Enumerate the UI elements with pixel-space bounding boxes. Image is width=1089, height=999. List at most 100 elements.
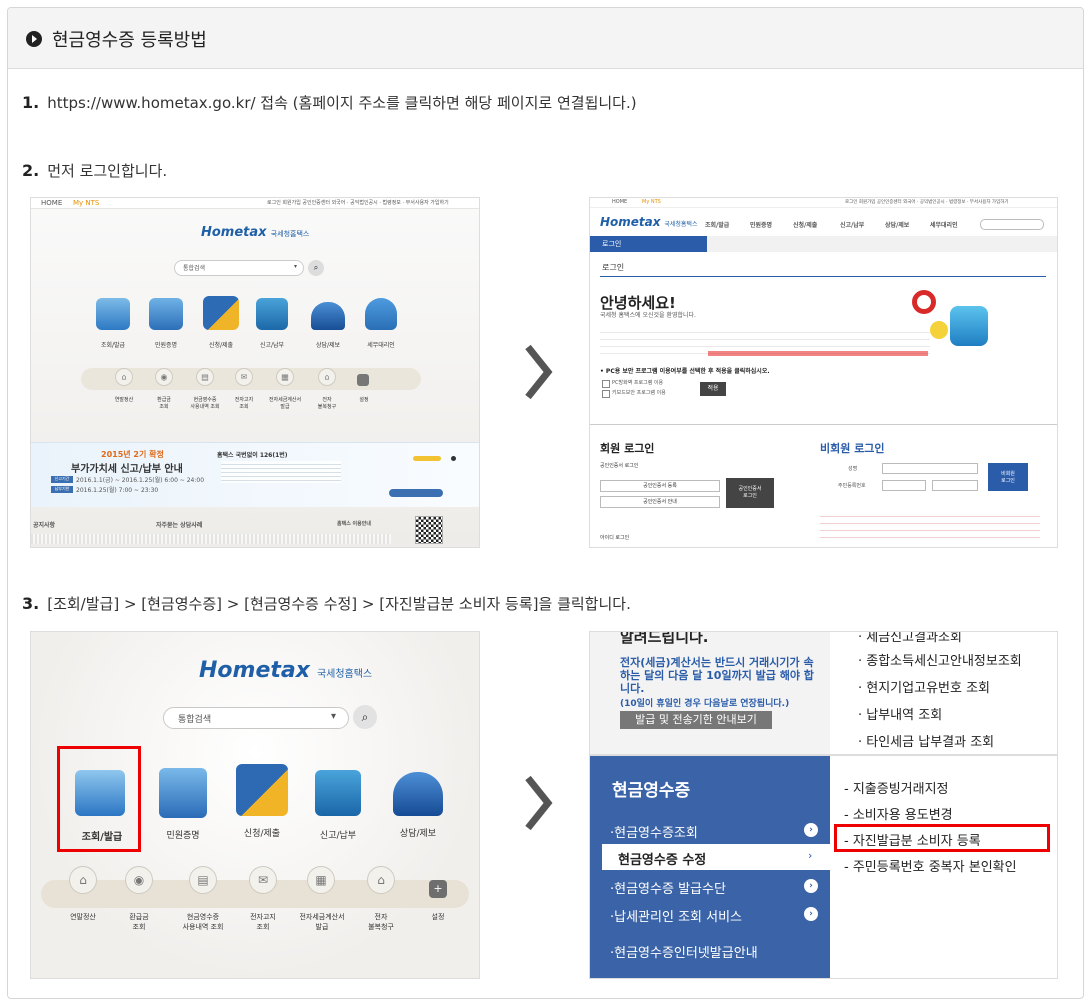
vat-banner[interactable]: 2015년 2기 확정 부가가치세 신고/납부 안내 신고기간 2016.1.1… (31, 442, 479, 507)
list-item[interactable]: · 세금신고결과조회 (858, 632, 962, 645)
period-tag: 신고기간 (51, 476, 73, 483)
banner-dot[interactable] (451, 456, 456, 461)
cert-guide-button[interactable]: 공인인증서 안내 (600, 496, 720, 508)
arrow-right-icon[interactable]: › (804, 879, 818, 893)
step-number: 2. (22, 161, 40, 180)
settings-icon[interactable]: + (429, 880, 447, 898)
menu-label: 민원증명 (154, 342, 178, 349)
banner-more-button[interactable] (389, 489, 443, 497)
faq-heading[interactable]: 자주묻는 상담사례 (156, 520, 202, 529)
menu-item-edit-active[interactable]: 현금영수증 수정 › (602, 844, 830, 870)
sub-label: 연말정산 (114, 397, 134, 403)
chevron-right-icon: › (808, 849, 813, 862)
banner-indicator[interactable] (413, 456, 441, 461)
panel-title: 현금영수증 등록방법 (52, 30, 207, 51)
list-item[interactable]: · 종합소득세신고안내정보조회 (858, 650, 1022, 669)
top-right-links[interactable]: 로그인 회원가입 공인인증센터 외국어 · 공익법인공시 · 법령정보 · 부서… (267, 199, 449, 206)
my-nts-link[interactable]: My NTS (642, 199, 661, 205)
certificate-icon[interactable] (159, 768, 207, 818)
banner-detail-lines (221, 461, 341, 483)
chevron-right-icon (525, 344, 553, 400)
refund-icon[interactable]: ◉ (125, 866, 153, 894)
submenu-item[interactable]: - 주민등록번호 중복자 본인확인 (844, 856, 1017, 875)
home-link[interactable]: HOME (41, 199, 62, 207)
apply-submit-icon[interactable] (236, 764, 288, 816)
year-end-icon[interactable]: ⌂ (115, 368, 133, 386)
nav-certificate[interactable]: 민원증명 (750, 220, 772, 229)
sub-label: 설정 (431, 913, 445, 921)
search-input[interactable]: 통합검색 ▾ (163, 707, 349, 729)
submenu-item[interactable]: - 지출증빙거래지정 (844, 778, 949, 797)
cert-login-label: 공인인증서 로그인 (600, 463, 639, 469)
notice-heading: 알려드립니다. (620, 631, 709, 646)
tax-agent-icon[interactable] (365, 298, 397, 330)
calculator-icon[interactable] (256, 298, 288, 330)
receipt-icon[interactable]: ▤ (196, 368, 214, 386)
top-right-links[interactable]: 로그인 회원가입 공인인증센터 외국어 · 공익법인공시 · 법령정보 · 부서… (845, 199, 1009, 205)
receipt-icon[interactable]: ▤ (189, 866, 217, 894)
breadcrumb: 로그인 (590, 236, 707, 252)
lookup-issue-icon[interactable] (96, 298, 130, 330)
rrn-front-input[interactable] (882, 480, 926, 491)
menu-item-tax-agent[interactable]: ·납세관리인 조회 서비스 (610, 906, 742, 925)
nav-lookup[interactable]: 조회/발급 (705, 220, 729, 229)
appeal-icon[interactable]: ⌂ (318, 368, 336, 386)
sub-label: 전자고지 조회 (234, 397, 254, 410)
nav-apply[interactable]: 신청/제출 (793, 220, 817, 229)
rrn-back-input[interactable] (932, 480, 978, 491)
option-firewall-label: PC방화벽 프로그램 이용 (612, 380, 664, 386)
nav-report[interactable]: 신고/납부 (840, 220, 864, 229)
menu-item-internet-guide[interactable]: ·현금영수증인터넷발급안내 (610, 942, 758, 961)
search-input[interactable] (980, 219, 1044, 230)
checkbox-keyboard[interactable] (602, 390, 610, 398)
submenu-item[interactable]: - 소비자용 용도변경 (844, 804, 953, 823)
nonmember-login-button[interactable]: 비회원 로그인 (988, 463, 1028, 491)
home-link[interactable]: HOME (612, 199, 627, 205)
arrow-right-icon[interactable]: › (804, 823, 818, 837)
hometax-logo: Hometax 국세청홈택스 (600, 215, 698, 229)
helpdesk-icon[interactable] (311, 302, 345, 330)
sub-label: 연말정산 (70, 913, 96, 921)
e-notice-icon[interactable]: ✉ (249, 866, 277, 894)
nav-agent[interactable]: 세무대리인 (930, 220, 958, 229)
checkbox-firewall[interactable] (602, 380, 610, 388)
guide-heading[interactable]: 홈택스 이용안내 (337, 520, 371, 527)
e-invoice-icon[interactable]: ▦ (307, 866, 335, 894)
list-item[interactable]: · 타인세금 납부결과 조회 (858, 731, 994, 750)
search-icon[interactable]: ⌕ (353, 705, 377, 729)
deadline-tag: 납부기한 (51, 486, 73, 493)
my-nts-link[interactable]: My NTS (73, 199, 99, 207)
appeal-icon[interactable]: ⌂ (367, 866, 395, 894)
step-1-link[interactable]: https://www.hometax.go.kr/ 접속 (홈페이지 주소를 … (47, 94, 636, 112)
cash-receipt-menu-screenshot: 알려드립니다. 전자(세금)계산서는 반드시 거래시기가 속하는 달의 다음 달… (589, 631, 1058, 979)
list-item[interactable]: · 납부내역 조회 (858, 704, 942, 723)
name-input[interactable] (882, 463, 978, 474)
search-input[interactable]: 통합검색 ▾ (174, 260, 304, 276)
nonmember-notice-lines (820, 510, 1040, 540)
e-invoice-icon[interactable]: ▦ (276, 368, 294, 386)
search-icon[interactable]: ⌕ (308, 260, 324, 276)
key-icon (912, 290, 936, 314)
cert-register-button[interactable]: 공인인증서 등록 (600, 480, 720, 492)
apply-submit-icon[interactable] (203, 296, 239, 330)
nonmember-login-heading: 비회원 로그인 (820, 442, 885, 455)
list-item[interactable]: · 현지기업고유번호 조회 (858, 677, 990, 696)
settings-icon[interactable] (357, 374, 369, 386)
menu-item-issue-method[interactable]: ·현금영수증 발급수단 (610, 878, 726, 897)
nav-consult[interactable]: 상담/제보 (885, 220, 909, 229)
sub-label: 환급금 조회 (129, 913, 149, 931)
e-notice-icon[interactable]: ✉ (235, 368, 253, 386)
menu-item-lookup[interactable]: ·현금영수증조회 (610, 822, 698, 841)
login-screenshot: HOME My NTS 로그인 회원가입 공인인증센터 외국어 · 공익법인공시… (589, 197, 1058, 548)
sub-label: 현금영수증 사용내역 조회 (182, 913, 224, 931)
arrow-right-icon[interactable]: › (804, 907, 818, 921)
refund-icon[interactable]: ◉ (155, 368, 173, 386)
deadline-guide-button[interactable]: 발급 및 전송기한 안내보기 (620, 711, 772, 729)
notice-heading[interactable]: 공지사항 (33, 520, 55, 529)
year-end-icon[interactable]: ⌂ (69, 866, 97, 894)
apply-button[interactable]: 적용 (700, 382, 726, 396)
cert-login-button[interactable]: 공인인증서 로그인 (726, 478, 774, 508)
certificate-icon[interactable] (149, 298, 183, 330)
helpdesk-icon[interactable] (393, 772, 443, 816)
calculator-icon[interactable] (315, 770, 361, 816)
